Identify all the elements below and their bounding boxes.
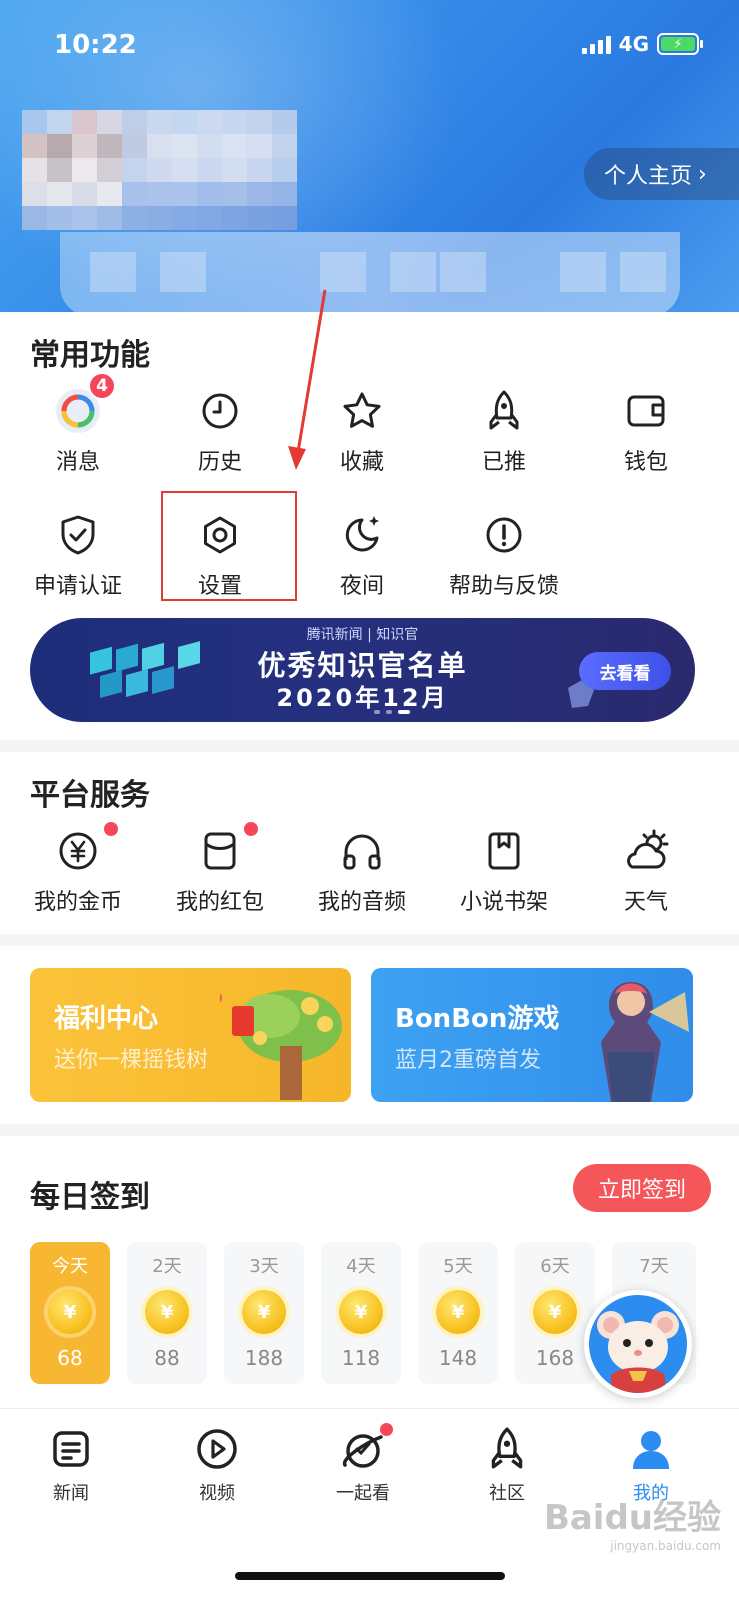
new-dot xyxy=(104,822,118,836)
tab-watch-together[interactable]: 一起看 xyxy=(308,1423,418,1505)
mascot-mouse-button[interactable] xyxy=(584,1290,692,1398)
promo-subtitle: 蓝月2重磅首发 xyxy=(395,1048,541,1073)
bookmark-icon xyxy=(488,832,520,870)
grid-item-novel-shelf[interactable]: 小说书架 xyxy=(434,826,574,916)
grid-item-my-coins[interactable]: 我的金币 xyxy=(8,822,148,916)
coin-icon: ¥ xyxy=(339,1290,383,1334)
mouse-mascot-icon xyxy=(597,1311,679,1393)
new-dot xyxy=(380,1423,393,1436)
coin-icon: ¥ xyxy=(533,1290,577,1334)
checkin-now-button[interactable]: 立即签到 xyxy=(573,1164,711,1212)
knowledge-officer-banner[interactable]: 腾讯新闻 | 知识官 优秀知识官名单 2020年12月 去看看 xyxy=(30,618,695,722)
weather-icon xyxy=(627,829,669,869)
section-title: 平台服务 xyxy=(30,778,150,813)
rocket-icon xyxy=(491,1427,523,1469)
checkin-day: 6天 ¥ 168 xyxy=(515,1242,595,1384)
red-packet-icon xyxy=(204,832,236,870)
grid-item-weather[interactable]: 天气 xyxy=(576,826,716,916)
new-dot xyxy=(244,822,258,836)
game-character-icon xyxy=(601,982,689,1102)
grid-item-label: 我的红包 xyxy=(175,890,264,915)
promo-welfare-center[interactable]: 福利中心 送你一棵摇钱树 xyxy=(30,968,351,1102)
coin-icon: ¥ xyxy=(242,1290,286,1334)
promo-subtitle: 送你一棵摇钱树 xyxy=(54,1048,209,1073)
grid-item-label: 我的音频 xyxy=(317,890,406,915)
checkin-day: 2天 ¥ 88 xyxy=(127,1242,207,1384)
coin-icon: ¥ xyxy=(436,1290,480,1334)
carousel-dots xyxy=(374,710,410,714)
checkin-day: 4天 ¥ 118 xyxy=(321,1242,401,1384)
watermark: Baidu经验 jingyan.baidu.com xyxy=(543,1498,721,1553)
money-tree-icon xyxy=(220,990,342,1100)
coin-icon: ¥ xyxy=(48,1290,92,1334)
grid-item-label: 天气 xyxy=(623,890,668,915)
promo-title: 福利中心 xyxy=(54,1004,159,1034)
checkin-day: 3天 ¥ 188 xyxy=(224,1242,304,1384)
user-icon xyxy=(633,1431,669,1469)
news-doc-icon xyxy=(53,1431,89,1467)
yen-coin-icon xyxy=(59,832,97,870)
promo-bonbon-game[interactable]: BonBon游戏 蓝月2重磅首发 xyxy=(371,968,693,1102)
section-title: 每日签到 xyxy=(30,1180,150,1215)
coin-icon: ¥ xyxy=(145,1290,189,1334)
checkin-day: 5天 ¥ 148 xyxy=(418,1242,498,1384)
banner-brand: 腾讯新闻 | 知识官 xyxy=(306,627,419,643)
grid-item-my-audio[interactable]: 我的音频 xyxy=(292,826,432,916)
home-indicator[interactable] xyxy=(235,1572,505,1580)
tab-video[interactable]: 视频 xyxy=(162,1425,272,1505)
banner-go-button[interactable]: 去看看 xyxy=(579,652,671,690)
headphones-icon xyxy=(343,834,381,870)
grid-item-my-red-packets[interactable]: 我的红包 xyxy=(150,822,290,916)
annotation-arrow-icon xyxy=(288,289,327,470)
tab-news[interactable]: 新闻 xyxy=(16,1425,126,1505)
checkin-day: 今天 ¥ 68 xyxy=(30,1242,110,1384)
play-circle-icon xyxy=(197,1429,237,1469)
grid-item-label: 小说书架 xyxy=(459,890,548,915)
grid-item-label: 我的金币 xyxy=(33,890,122,915)
promo-title: BonBon游戏 xyxy=(395,1004,560,1034)
me-page: 10:22 4G ⚡ 个人主页 › 常用功能 4 消息 历史 收藏 已推 钱包 … xyxy=(0,0,739,1600)
